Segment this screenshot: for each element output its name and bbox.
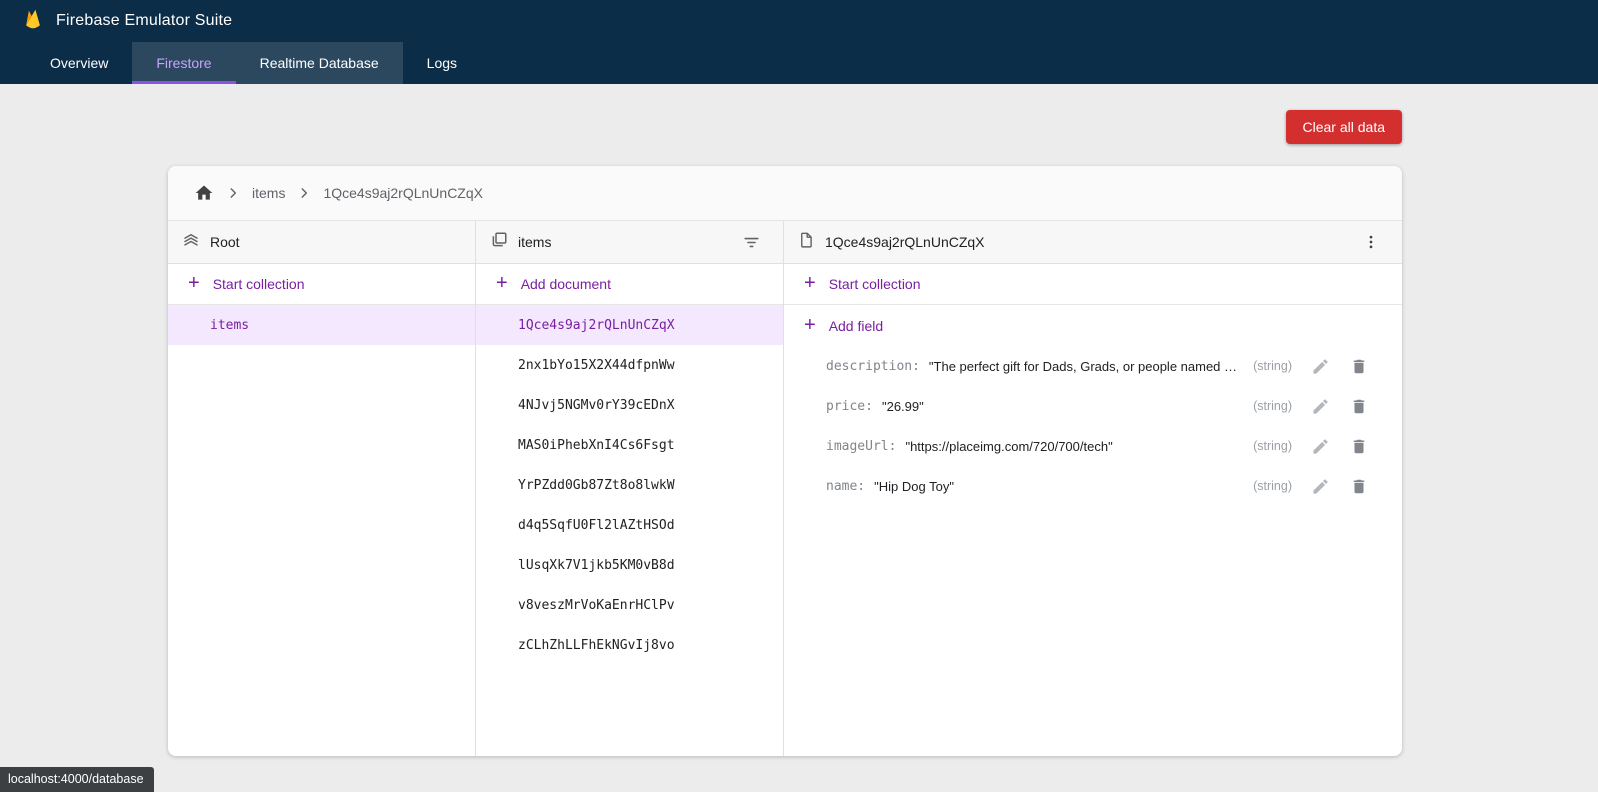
document-icon: [798, 231, 815, 254]
collection-panel-title: items: [518, 234, 551, 250]
edit-field-icon[interactable]: [1309, 435, 1331, 457]
delete-field-icon[interactable]: [1348, 475, 1370, 497]
collection-panel-header: items: [476, 221, 783, 264]
add-field-button[interactable]: + Add field: [784, 305, 1402, 346]
field-row-imageUrl: imageUrl: "https://placeimg.com/720/700/…: [784, 426, 1402, 466]
chevron-right-icon: [226, 186, 240, 200]
delete-field-icon[interactable]: [1348, 435, 1370, 457]
nav-tab-bar: Overview Firestore Realtime Database Log…: [0, 42, 1598, 84]
field-value: "26.99": [882, 399, 924, 414]
field-value: "Hip Dog Toy": [874, 479, 954, 494]
document-item[interactable]: YrPZdd0Gb87Zt8o8lwkW: [476, 465, 783, 505]
edit-field-icon[interactable]: [1309, 355, 1331, 377]
field-type-badge: (string): [1239, 479, 1292, 493]
collection-item-items[interactable]: items: [168, 305, 475, 345]
collection-icon: [490, 231, 508, 254]
field-type-badge: (string): [1239, 359, 1292, 373]
document-panel: 1Qce4s9aj2rQLnUnCZqX + Start collection …: [784, 221, 1402, 756]
field-name: description:: [826, 359, 920, 374]
tab-firestore[interactable]: Firestore: [132, 42, 235, 84]
panels-container: Root + Start collection items: [168, 221, 1402, 756]
field-row-description: description: "The perfect gift for Dads,…: [784, 346, 1402, 386]
document-item[interactable]: zCLhZhLLFhEkNGvIj8vo: [476, 625, 783, 665]
root-panel: Root + Start collection items: [168, 221, 476, 756]
plus-icon: +: [804, 315, 816, 335]
field-type-badge: (string): [1239, 439, 1292, 453]
tab-overview[interactable]: Overview: [26, 42, 132, 84]
document-item[interactable]: lUsqXk7V1jkb5KM0vB8d: [476, 545, 783, 585]
filter-icon[interactable]: [742, 233, 761, 252]
firebase-logo-icon: [22, 8, 44, 35]
breadcrumb-document[interactable]: 1Qce4s9aj2rQLnUnCZqX: [323, 185, 483, 201]
breadcrumb: items 1Qce4s9aj2rQLnUnCZqX: [168, 166, 1402, 221]
breadcrumb-collection[interactable]: items: [252, 185, 285, 201]
root-icon: [182, 231, 200, 254]
edit-field-icon[interactable]: [1309, 395, 1331, 417]
document-item[interactable]: v8veszMrVoKaEnrHClPv: [476, 585, 783, 625]
more-options-icon[interactable]: [1362, 233, 1380, 251]
field-value: "The perfect gift for Dads, Grads, or pe…: [929, 359, 1239, 374]
field-name: name:: [826, 479, 865, 494]
plus-icon: +: [496, 273, 508, 293]
field-name: imageUrl:: [826, 439, 896, 454]
start-collection-button-document[interactable]: + Start collection: [784, 264, 1402, 305]
plus-icon: +: [804, 273, 816, 293]
edit-field-icon[interactable]: [1309, 475, 1331, 497]
document-item[interactable]: MAS0iPhebXnI4Cs6Fsgt: [476, 425, 783, 465]
delete-field-icon[interactable]: [1348, 395, 1370, 417]
delete-field-icon[interactable]: [1348, 355, 1370, 377]
tab-realtime-database[interactable]: Realtime Database: [236, 42, 403, 84]
start-collection-button[interactable]: + Start collection: [168, 264, 475, 305]
collection-panel: items + Add document 1Qce4s9aj2rQLnUnCZq…: [476, 221, 784, 756]
document-item[interactable]: 2nx1bYo15X2X44dfpnWw: [476, 345, 783, 385]
app-header: Firebase Emulator Suite: [0, 0, 1598, 42]
document-item[interactable]: 4NJvj5NGMv0rY39cEDnX: [476, 385, 783, 425]
field-row-name: name: "Hip Dog Toy" (string): [784, 466, 1402, 506]
root-panel-header: Root: [168, 221, 475, 264]
status-bar: localhost:4000/database: [0, 767, 154, 792]
tab-logs[interactable]: Logs: [403, 42, 481, 84]
chevron-right-icon: [297, 186, 311, 200]
plus-icon: +: [188, 273, 200, 293]
clear-all-data-button[interactable]: Clear all data: [1286, 110, 1403, 144]
document-panel-header: 1Qce4s9aj2rQLnUnCZqX: [784, 221, 1402, 264]
field-name: price:: [826, 399, 873, 414]
app-title: Firebase Emulator Suite: [56, 12, 232, 30]
document-item[interactable]: d4q5SqfU0Fl2lAZtHSOd: [476, 505, 783, 545]
field-value: "https://placeimg.com/720/700/tech": [905, 439, 1112, 454]
firestore-data-panel: items 1Qce4s9aj2rQLnUnCZqX Root +: [168, 166, 1402, 756]
field-type-badge: (string): [1239, 399, 1292, 413]
document-panel-title: 1Qce4s9aj2rQLnUnCZqX: [825, 234, 985, 250]
add-document-button[interactable]: + Add document: [476, 264, 783, 305]
field-row-price: price: "26.99" (string): [784, 386, 1402, 426]
document-item[interactable]: 1Qce4s9aj2rQLnUnCZqX: [476, 305, 783, 345]
firestore-page: Clear all data items 1Qce4s9aj2rQLnUnCZq…: [0, 84, 1598, 792]
home-icon[interactable]: [194, 183, 214, 203]
root-panel-title: Root: [210, 234, 240, 250]
